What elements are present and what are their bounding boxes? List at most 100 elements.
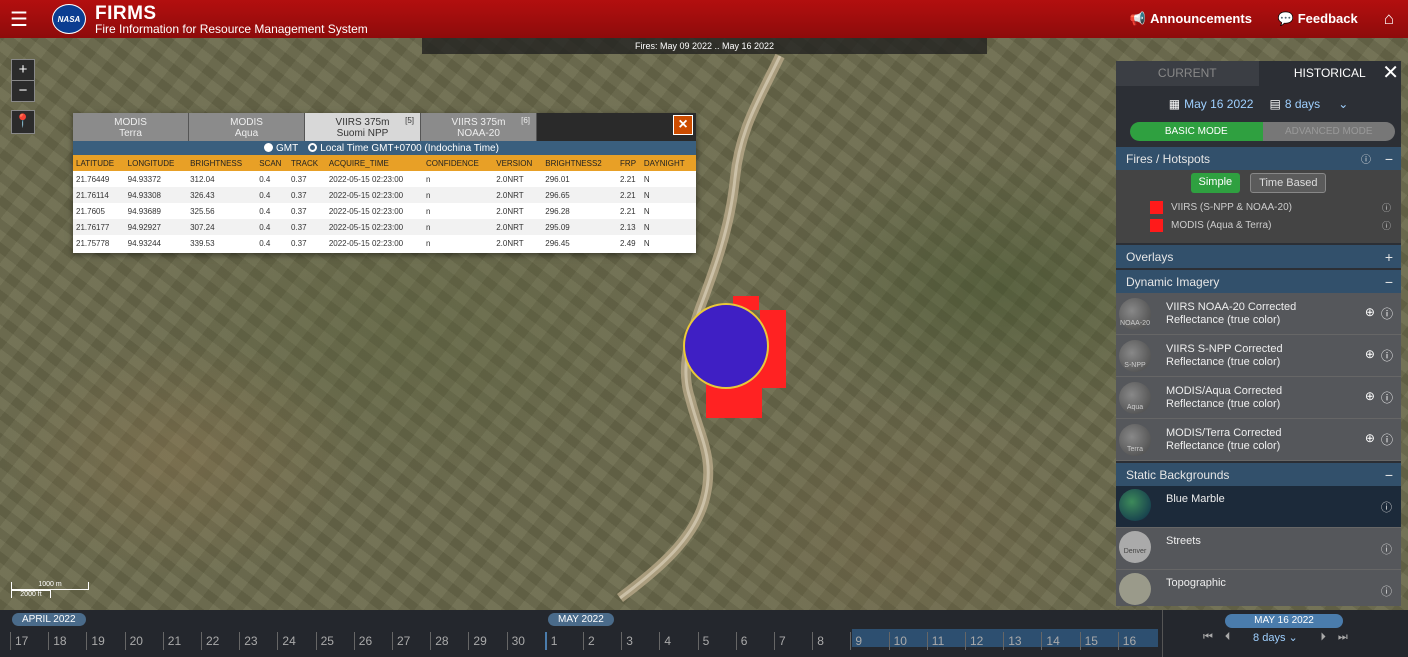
column-header[interactable]: BRIGHTNESS — [187, 155, 257, 171]
tab-viirs-noaa20[interactable]: VIIRS 375m NOAA-20 [6] — [421, 113, 537, 141]
collapse-icon[interactable]: − — [1385, 467, 1393, 483]
column-header[interactable]: FRP — [617, 155, 641, 171]
advanced-mode-button[interactable]: ADVANCED MODE — [1262, 122, 1395, 141]
days-dropdown[interactable]: ▤ 8 days ⌄ — [1269, 97, 1348, 111]
info-icon[interactable]: ⓘ — [1381, 347, 1393, 364]
announcements-button[interactable]: 📢 Announcements — [1130, 11, 1252, 27]
info-icon[interactable]: ⓘ — [1361, 151, 1371, 166]
tab-historical[interactable]: HISTORICAL — [1258, 61, 1401, 86]
column-header[interactable]: LONGITUDE — [124, 155, 188, 171]
timeline-day[interactable]: 12 — [965, 632, 1003, 650]
info-icon[interactable]: ⓘ — [1381, 499, 1392, 515]
timeline-day[interactable]: 18 — [48, 632, 86, 650]
gmt-radio[interactable]: GMT — [264, 142, 298, 154]
timeline-day[interactable]: 8 — [812, 632, 850, 650]
timeline-day[interactable]: 19 — [86, 632, 124, 650]
timeline-day[interactable]: 11 — [926, 632, 965, 650]
info-icon[interactable]: ⓘ — [1382, 219, 1391, 232]
zoom-out-button[interactable]: − — [11, 80, 35, 102]
info-icon[interactable]: ⓘ — [1381, 389, 1393, 406]
column-header[interactable]: SCAN — [256, 155, 288, 171]
timeline-day[interactable]: 16 — [1117, 632, 1156, 650]
timeline-day[interactable]: 6 — [735, 632, 774, 650]
dynamic-imagery-item[interactable]: S-NPP VIIRS S-NPP Corrected Reflectance (t… — [1116, 335, 1401, 377]
timeline-day[interactable]: 27 — [392, 632, 430, 650]
timeline-day[interactable]: 28 — [430, 632, 468, 650]
location-pin-icon[interactable]: 📍 — [11, 110, 35, 134]
background-blue-marble[interactable]: Blue Marble ⓘ — [1116, 486, 1401, 528]
column-header[interactable]: BRIGHTNESS2 — [542, 155, 618, 171]
step-back-icon[interactable]: ⏴ — [1225, 631, 1231, 644]
simple-button[interactable]: Simple — [1190, 173, 1241, 193]
timeline-day[interactable]: 7 — [774, 632, 812, 650]
table-row[interactable]: 21.76177 94.92927 307.24 0.4 0.37 2022-05-15 … — [73, 219, 696, 235]
static-backgrounds-section-header[interactable]: Static Backgrounds − — [1116, 463, 1401, 486]
expand-icon[interactable]: + — [1385, 249, 1393, 265]
timeline-day[interactable]: 10 — [888, 632, 927, 650]
dynamic-imagery-item[interactable]: NOAA-20 VIIRS NOAA-20 Corrected Reflectanc… — [1116, 293, 1401, 335]
timeline-day[interactable]: 17 — [10, 632, 48, 650]
tab-current[interactable]: CURRENT — [1116, 61, 1259, 86]
selected-fire-marker[interactable] — [683, 303, 769, 389]
table-row[interactable]: 21.7605 94.93689 325.56 0.4 0.37 2022-05-15 0… — [73, 203, 696, 219]
timeline-day[interactable]: 21 — [162, 632, 201, 650]
basic-mode-button[interactable]: BASIC MODE — [1130, 122, 1263, 141]
timeline-day[interactable]: 15 — [1079, 632, 1118, 650]
column-header[interactable]: DAYNIGHT — [640, 155, 696, 171]
table-row[interactable]: 21.76449 94.93372 312.04 0.4 0.37 2022-05-15 … — [73, 171, 696, 187]
tab-viirs-snpp[interactable]: VIIRS 375m Suomi NPP [5] — [305, 113, 421, 141]
overlays-section-header[interactable]: Overlays + — [1116, 245, 1401, 268]
timeline-day[interactable]: 22 — [201, 632, 239, 650]
table-row[interactable]: 21.76114 94.93308 326.43 0.4 0.37 2022-05-15 … — [73, 187, 696, 203]
tab-modis-aqua[interactable]: MODIS Aqua — [189, 113, 305, 141]
info-icon[interactable]: ⓘ — [1381, 305, 1393, 322]
column-header[interactable]: CONFIDENCE — [422, 155, 494, 171]
add-layer-icon[interactable]: ⊕ — [1365, 305, 1375, 322]
dynamic-imagery-section-header[interactable]: Dynamic Imagery − — [1116, 270, 1401, 293]
close-panel-icon[interactable]: ✕ — [1382, 62, 1399, 84]
table-row[interactable]: 21.75778 94.93244 339.53 0.4 0.37 2022-05-15 … — [73, 235, 696, 251]
skip-end-icon[interactable]: ⏭ — [1338, 631, 1348, 644]
date-picker[interactable]: ▦ May 16 2022 — [1169, 97, 1254, 111]
column-header[interactable]: VERSION — [493, 155, 543, 171]
info-icon[interactable]: ⓘ — [1381, 541, 1392, 557]
collapse-icon[interactable]: − — [1385, 274, 1393, 290]
info-icon[interactable]: ⓘ — [1381, 583, 1392, 599]
column-header[interactable]: ACQUIRE_TIME — [325, 155, 423, 171]
tab-modis-terra[interactable]: MODIS Terra — [73, 113, 189, 141]
timeline-day[interactable]: 3 — [621, 632, 659, 650]
timeline-day[interactable]: 29 — [468, 632, 506, 650]
fires-section-header[interactable]: Fires / Hotspots ⓘ − — [1116, 147, 1401, 170]
add-layer-icon[interactable]: ⊕ — [1365, 347, 1375, 364]
timeline[interactable]: APRIL 2022 MAY 2022 17 18 19 20 21 22 23 24 25 26… — [0, 610, 1408, 657]
timeline-day[interactable]: 14 — [1041, 632, 1079, 650]
feedback-button[interactable]: 💬 Feedback — [1278, 11, 1358, 27]
timeline-day[interactable]: 13 — [1003, 632, 1041, 650]
time-based-button[interactable]: Time Based — [1250, 173, 1327, 193]
collapse-icon[interactable]: − — [1385, 151, 1393, 167]
background-streets[interactable]: Denver Streets ⓘ — [1116, 528, 1401, 570]
timeline-day[interactable]: 2 — [583, 632, 621, 650]
range-select[interactable]: 8 days ⌄ — [1242, 631, 1308, 644]
dynamic-imagery-item[interactable]: Terra MODIS/Terra Corrected Reflectance (t… — [1116, 419, 1401, 461]
info-icon[interactable]: ⓘ — [1381, 431, 1393, 448]
timeline-day[interactable]: 30 — [506, 632, 545, 650]
close-popup-button[interactable]: × — [673, 115, 693, 135]
step-forward-icon[interactable]: ⏵ — [1320, 631, 1326, 644]
timeline-day[interactable]: 1 — [544, 632, 583, 650]
timeline-day[interactable]: 5 — [697, 632, 736, 650]
column-header[interactable]: LATITUDE — [73, 155, 125, 171]
add-layer-icon[interactable]: ⊕ — [1365, 431, 1375, 448]
skip-start-icon[interactable]: ⏮ — [1203, 631, 1213, 644]
timeline-day[interactable]: 23 — [239, 632, 277, 650]
info-icon[interactable]: ⓘ — [1382, 201, 1391, 214]
home-icon[interactable]: ⌂ — [1384, 9, 1394, 29]
timeline-day[interactable]: 24 — [277, 632, 315, 650]
timeline-day[interactable]: 26 — [353, 632, 392, 650]
hamburger-menu-icon[interactable]: ☰ — [0, 7, 38, 32]
add-layer-icon[interactable]: ⊕ — [1365, 389, 1375, 406]
column-header[interactable]: TRACK — [287, 155, 326, 171]
timeline-day[interactable]: 20 — [124, 632, 163, 650]
local-time-radio[interactable]: Local Time GMT+0700 (Indochina Time) — [308, 142, 499, 154]
timeline-day[interactable]: 4 — [659, 632, 697, 650]
